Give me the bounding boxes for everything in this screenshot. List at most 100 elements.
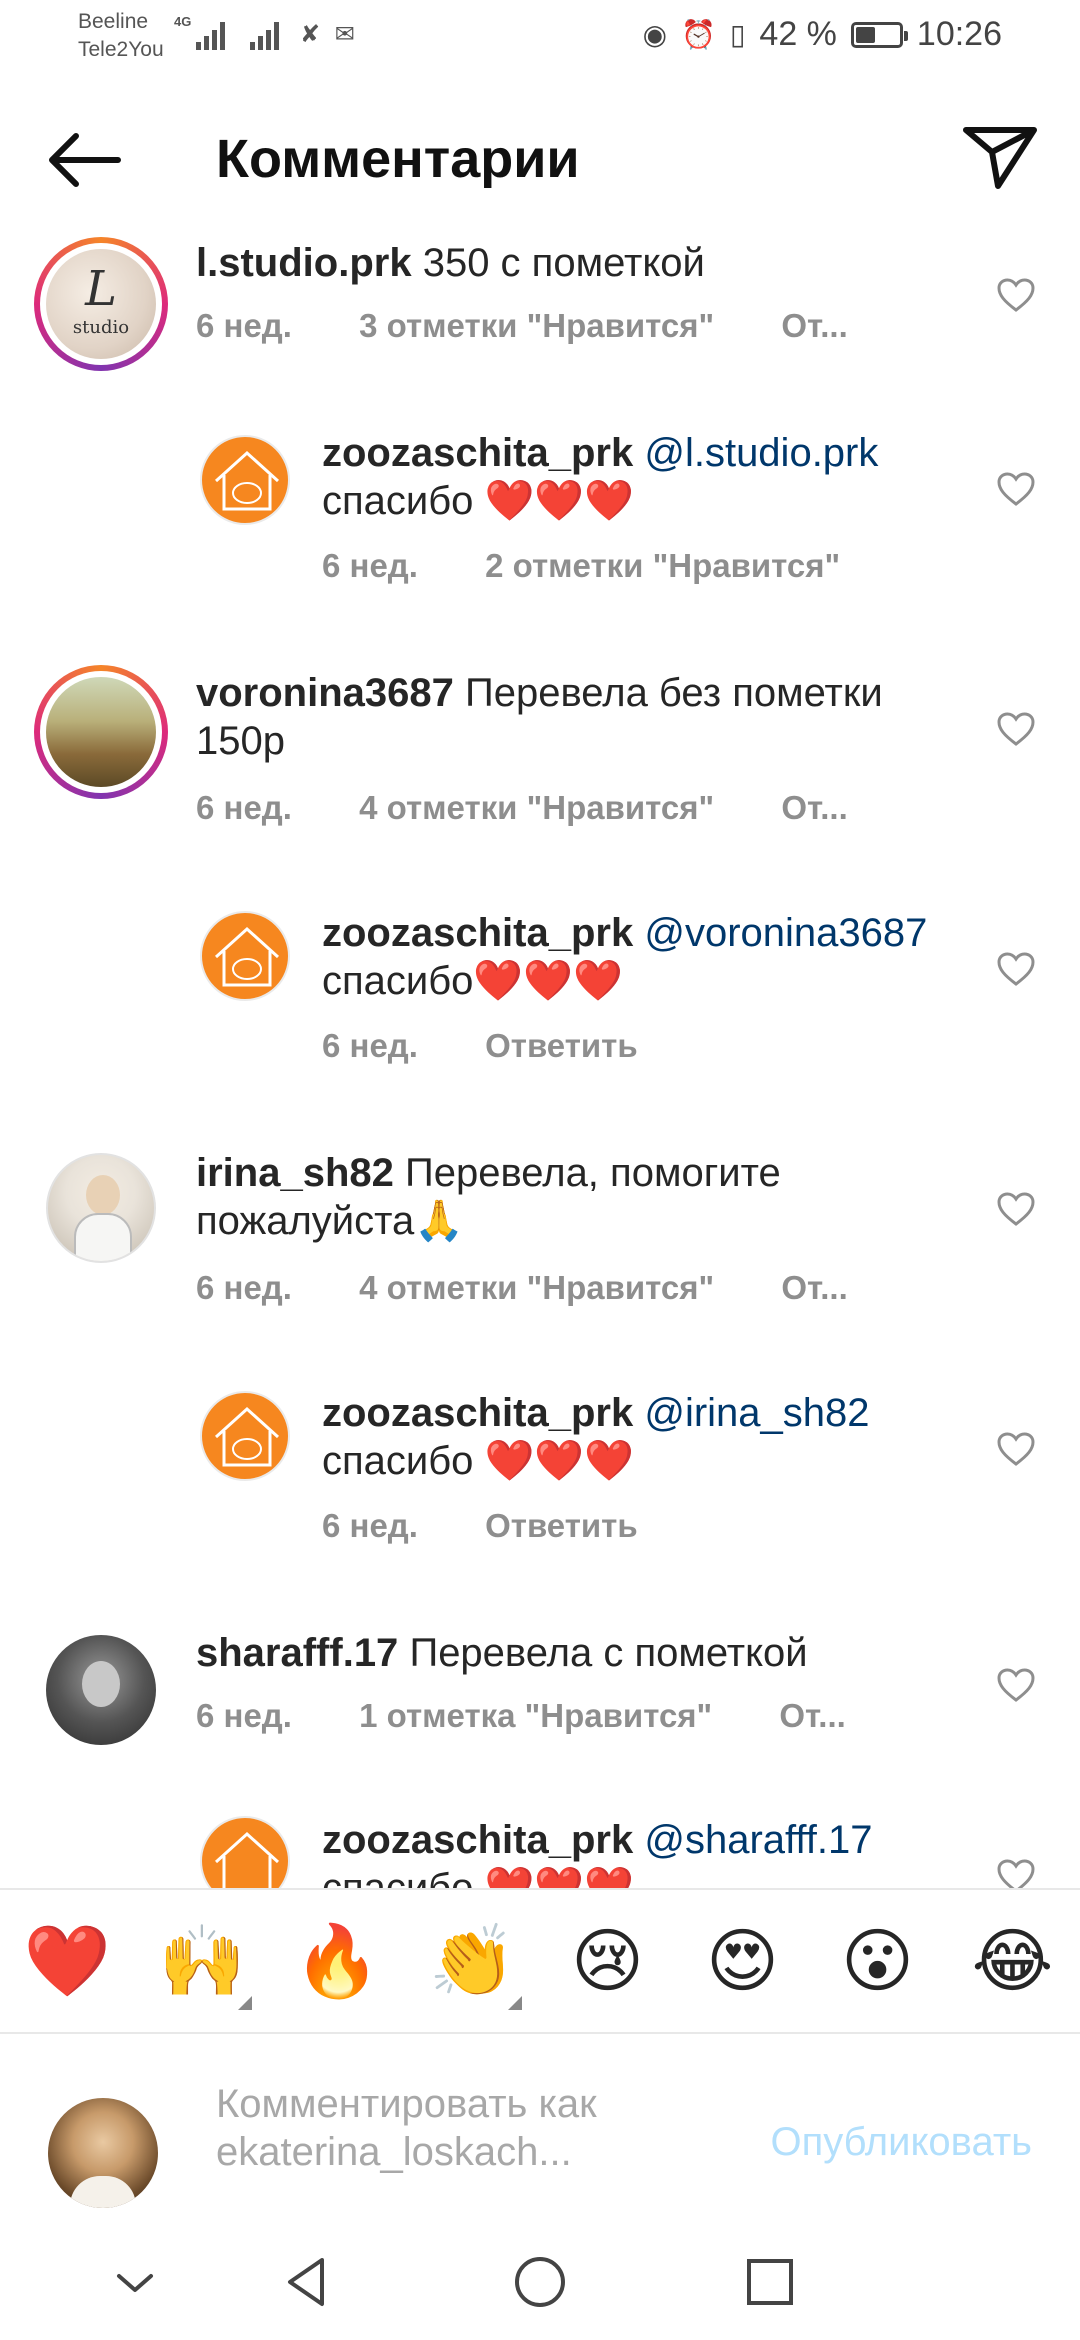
clock: 10:26 (916, 15, 1002, 53)
reply-button[interactable]: От... (779, 1697, 845, 1734)
alarm-icon: ⏰ (681, 19, 716, 50)
comment-compose: Комментировать как ekaterina_loskach... … (0, 2034, 1080, 2224)
system-nav-bar (0, 2224, 1080, 2340)
emoji-crying[interactable]: 😢 (540, 1888, 675, 2034)
comment-body: спасибо❤️❤️❤️ (322, 959, 623, 1003)
comment-text: sharafff.17 Перевела с пометкой (196, 1629, 936, 1677)
comment-time: 6 нед. (322, 1027, 418, 1064)
header: Комментарии (0, 100, 1080, 220)
emoji-fire[interactable]: 🔥 (270, 1888, 405, 2034)
like-heart-icon[interactable] (996, 1191, 1036, 1227)
mention-link[interactable]: @l.studio.prk (644, 431, 878, 475)
comment-username[interactable]: sharafff.17 (196, 1631, 398, 1675)
comment-body: Перевела без пометки (465, 671, 883, 715)
house-logo-icon (214, 450, 280, 511)
publish-button[interactable]: Опубликовать (770, 2120, 1032, 2165)
comment-username[interactable]: zoozaschita_prk (322, 431, 633, 475)
reply-item: zoozaschita_prk @irina_sh82 спасибо ❤️❤️… (0, 1375, 1080, 1575)
comment-meta: 6 нед. 1 отметка "Нравится" От... (196, 1697, 904, 1735)
back-icon[interactable] (278, 2252, 338, 2312)
reply-button[interactable]: Ответить (485, 1507, 638, 1544)
comment-body: Перевела, помогите (405, 1151, 781, 1195)
reply-button[interactable]: От... (781, 789, 847, 826)
comment-likes[interactable]: 4 отметки "Нравится" (359, 1269, 714, 1306)
like-heart-icon[interactable] (996, 1667, 1036, 1703)
comment-text: irina_sh82 Перевела, помогите пожалуйста… (196, 1149, 936, 1245)
avatar[interactable] (46, 677, 156, 787)
comment-time: 6 нед. (196, 1697, 292, 1734)
comment-likes[interactable]: 4 отметки "Нравится" (359, 789, 714, 826)
comment-text: voronina3687 Перевела без пометки 150р (196, 669, 936, 765)
comment-username[interactable]: l.studio.prk (196, 241, 412, 285)
like-heart-icon[interactable] (996, 951, 1036, 987)
emoji-surprised[interactable]: 😮 (810, 1888, 945, 2034)
comment-username[interactable]: zoozaschita_prk (322, 911, 633, 955)
emoji-clap[interactable]: 👏 (405, 1888, 540, 2034)
like-heart-icon[interactable] (996, 711, 1036, 747)
home-icon[interactable] (510, 2252, 570, 2312)
mention-link[interactable]: @irina_sh82 (644, 1391, 869, 1435)
comment-item: irina_sh82 Перевела, помогите пожалуйста… (0, 1135, 1080, 1325)
like-heart-icon[interactable] (996, 471, 1036, 507)
comment-time: 6 нед. (196, 307, 292, 344)
mention-link[interactable]: @sharafff.17 (644, 1818, 872, 1862)
comment-meta: 6 нед. 4 отметки "Нравится" От... (196, 789, 906, 827)
comment-text: zoozaschita_prk @sharafff.17 спасибо ❤️❤… (322, 1816, 962, 1888)
recents-icon[interactable] (740, 2252, 800, 2312)
like-heart-icon[interactable] (996, 1431, 1036, 1467)
notification-icons: ✘ ✉ (300, 20, 359, 49)
comment-username[interactable]: zoozaschita_prk (322, 1391, 633, 1435)
emoji-raised-hands-glyph: 🙌 (158, 1920, 247, 2002)
comment-likes[interactable]: 3 отметки "Нравится" (359, 307, 714, 344)
emoji-laughing[interactable]: 😂 (945, 1888, 1080, 2034)
avatar[interactable] (200, 1391, 290, 1481)
reply-button[interactable]: Ответить (485, 1027, 638, 1064)
reply-item: zoozaschita_prk @voronina3687 спасибо❤️❤… (0, 895, 1080, 1095)
avatar[interactable] (46, 1153, 156, 1263)
reply-button[interactable]: От... (781, 1269, 847, 1306)
carrier-1: Beeline (78, 10, 149, 33)
emoji-heart-eyes[interactable]: 😍 (675, 1888, 810, 2034)
like-heart-icon[interactable] (996, 277, 1036, 313)
comment-username[interactable]: zoozaschita_prk (322, 1818, 633, 1862)
comment-body-line2: 150р (196, 719, 285, 763)
comment-meta: 6 нед. 4 отметки "Нравится" От... (196, 1269, 906, 1307)
house-logo-icon (214, 926, 280, 987)
avatar[interactable] (200, 1816, 290, 1888)
avatar[interactable] (200, 435, 290, 525)
comment-meta: 6 нед. Ответить (322, 1507, 696, 1545)
comment-body: спасибо ❤️❤️❤️ (322, 479, 634, 523)
emoji-heart[interactable]: ❤️ (0, 1888, 135, 2034)
reply-item: zoozaschita_prk @sharafff.17 спасибо ❤️❤… (0, 1810, 1080, 1888)
reply-button[interactable]: От... (781, 307, 847, 344)
comment-body-line2: пожалуйста🙏 (196, 1199, 465, 1243)
avatar[interactable] (200, 911, 290, 1001)
comment-likes[interactable]: 1 отметка "Нравится" (359, 1697, 712, 1734)
comment-placeholder-line2: ekaterina_loskach... (216, 2130, 572, 2174)
battery-icon (850, 21, 908, 48)
carrier-2: Tele2You (78, 38, 164, 61)
house-logo-icon (214, 1831, 280, 1888)
avatar[interactable]: L studio (46, 249, 156, 359)
comment-likes[interactable]: 2 отметки "Нравится" (485, 547, 840, 584)
mention-link[interactable]: @voronina3687 (644, 911, 927, 955)
user-avatar (48, 2098, 158, 2208)
signal-1-icon (196, 18, 225, 50)
emoji-quick-bar: ❤️ 🙌 🔥 👏 😢 😍 😮 😂 (0, 1888, 1080, 2034)
comment-item: sharafff.17 Перевела с пометкой 6 нед. 1… (0, 1615, 1080, 1765)
back-arrow-icon[interactable] (44, 130, 124, 190)
comment-body: Перевела с пометкой (409, 1631, 808, 1675)
comment-meta: 6 нед. 3 отметки "Нравится" От... (196, 307, 906, 345)
emoji-clap-glyph: 👏 (428, 1920, 517, 2002)
comment-input[interactable]: Комментировать как ekaterina_loskach... (216, 2080, 597, 2176)
eye-icon: ◉ (642, 19, 668, 50)
hide-keyboard-icon[interactable] (105, 2252, 165, 2312)
direct-send-icon[interactable] (960, 122, 1040, 192)
status-right: ◉ ⏰ ▯ 42 % 10:26 (643, 15, 1002, 54)
like-heart-icon[interactable] (996, 1858, 1036, 1888)
comment-placeholder-line1: Комментировать как (216, 2082, 597, 2126)
comment-username[interactable]: irina_sh82 (196, 1151, 394, 1195)
avatar[interactable] (46, 1635, 156, 1745)
comment-username[interactable]: voronina3687 (196, 671, 454, 715)
emoji-raised-hands[interactable]: 🙌 (135, 1888, 270, 2034)
